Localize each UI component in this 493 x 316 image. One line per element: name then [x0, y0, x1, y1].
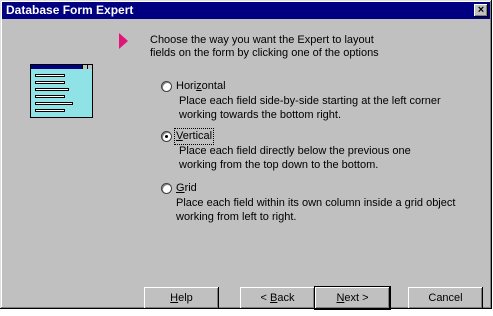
- grid-label[interactable]: Grid: [176, 182, 197, 195]
- horizontal-label[interactable]: Horizontal: [176, 80, 226, 93]
- instructions-text: Choose the way you want the Expert to la…: [150, 34, 450, 60]
- window-title: Database Form Expert: [6, 3, 134, 17]
- vertical-description-line-2: working from the top down to the bottom.: [179, 159, 379, 171]
- horizontal-radio[interactable]: [161, 81, 172, 92]
- grid-description-line-2: working from left to right.: [176, 211, 297, 223]
- close-button[interactable]: ×: [474, 4, 488, 17]
- next-button[interactable]: Next >: [315, 287, 390, 309]
- title-bar[interactable]: Database Form Expert ×: [2, 2, 490, 19]
- horizontal-description-line-1: Place each field side-by-side starting a…: [179, 95, 441, 107]
- grid-radio[interactable]: [161, 183, 172, 194]
- vertical-description-line-1: Place each field directly below the prev…: [179, 145, 411, 157]
- database-form-expert-dialog: Database Form Expert × Choose the way yo…: [0, 0, 492, 309]
- instructions-line-2: fields on the form by clicking one of th…: [150, 47, 379, 59]
- grid-description-line-1: Place each field within its own column i…: [176, 197, 456, 209]
- vertical-label[interactable]: Vertical: [173, 128, 215, 145]
- instructions-line-1: Choose the way you want the Expert to la…: [150, 34, 374, 46]
- horizontal-description-line-2: working towards the bottom right.: [179, 109, 342, 121]
- form-layout-preview-icon: [30, 64, 93, 118]
- help-button[interactable]: Help: [144, 287, 219, 309]
- pointer-arrow-icon: [119, 33, 128, 49]
- back-button[interactable]: < Back: [240, 287, 315, 309]
- cancel-button[interactable]: Cancel: [408, 287, 483, 309]
- vertical-radio[interactable]: [161, 131, 172, 142]
